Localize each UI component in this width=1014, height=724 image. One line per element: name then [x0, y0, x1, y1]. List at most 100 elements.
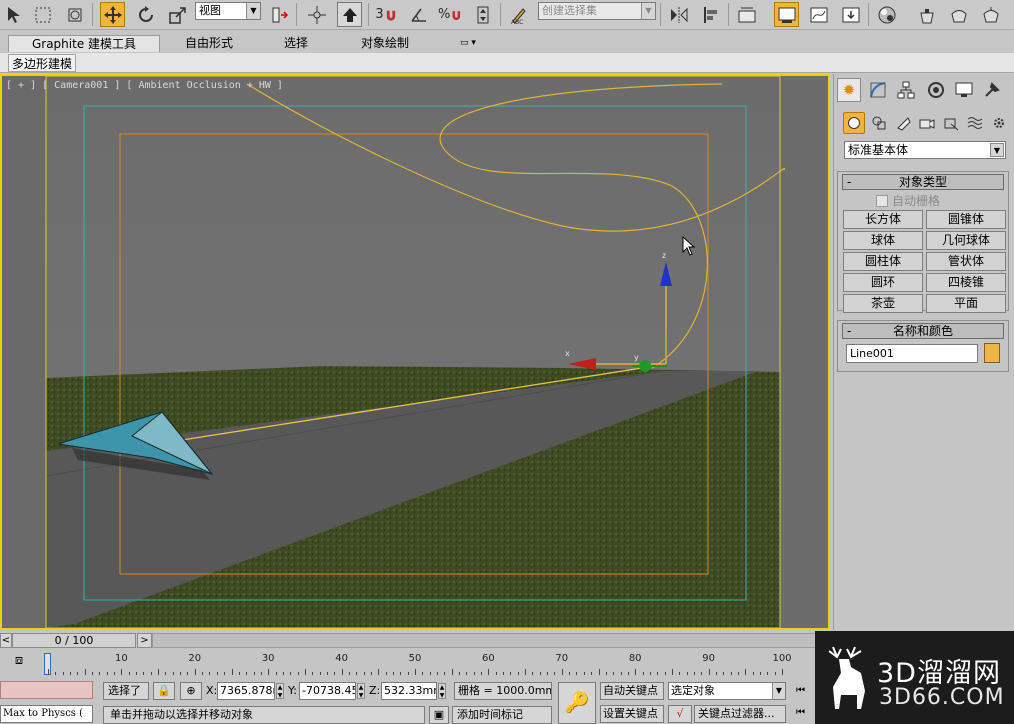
plane-button[interactable]: 平面	[926, 294, 1006, 313]
schematic-view-icon[interactable]	[838, 2, 863, 27]
mini-curve-editor-icon[interactable]: ⧈	[8, 653, 30, 671]
primitive-type-dropdown[interactable]: 标准基本体 ▼	[844, 141, 1006, 159]
rendered-frame-window-icon[interactable]	[946, 2, 971, 27]
polygon-modeling-tab[interactable]: 多边形建模	[8, 54, 77, 72]
z-coordinate-input[interactable]: 532.33mm	[381, 682, 437, 700]
set-key-icon[interactable]: 🔑	[558, 682, 596, 724]
frame-tick	[693, 672, 695, 675]
edit-named-selection-icon[interactable]: ABC	[506, 2, 531, 27]
time-slider-thumb[interactable]: 0 / 100	[12, 633, 136, 648]
cone-button[interactable]: 圆锥体	[926, 210, 1006, 229]
systems-category-icon[interactable]	[988, 112, 1010, 134]
frame-tick	[128, 672, 130, 675]
name-and-color-rollout-header[interactable]: - 名称和颜色	[842, 323, 1004, 339]
frame-tick	[356, 672, 358, 675]
space-warps-category-icon[interactable]	[964, 112, 986, 134]
cameras-category-icon[interactable]	[916, 112, 938, 134]
geometry-category-icon[interactable]	[843, 112, 865, 134]
curve-editor-icon[interactable]	[806, 2, 831, 27]
angle-snap-icon[interactable]	[406, 2, 431, 27]
object-color-swatch[interactable]	[984, 343, 1000, 363]
torus-button[interactable]: 圆环	[843, 273, 923, 292]
ribbon-tab-graphite[interactable]: Graphite 建模工具	[8, 35, 160, 52]
pyramid-button[interactable]: 四棱锥	[926, 273, 1006, 292]
pivot-point-icon[interactable]	[266, 2, 291, 27]
window-crossing-icon[interactable]	[62, 2, 87, 27]
auto-key-button[interactable]: 自动关键点	[600, 682, 664, 700]
object-name-input[interactable]: Line001	[846, 344, 978, 363]
material-editor-icon[interactable]	[874, 2, 899, 27]
mirror-icon[interactable]	[666, 2, 691, 27]
go-to-start-icon[interactable]: ⏮	[796, 682, 805, 700]
keyboard-shortcut-override-icon[interactable]	[337, 2, 362, 27]
manipulate-icon[interactable]	[304, 2, 329, 27]
snaps-toggle-icon[interactable]: 3	[374, 2, 399, 27]
cylinder-button[interactable]: 圆柱体	[843, 252, 923, 271]
object-type-rollout-header[interactable]: - 对象类型	[842, 174, 1004, 190]
region-select-icon[interactable]	[30, 2, 55, 27]
maxscript-listener-top[interactable]	[0, 681, 93, 699]
frame-tick	[172, 672, 174, 675]
time-slider-next-button[interactable]: >	[137, 633, 152, 648]
shapes-category-icon[interactable]	[868, 112, 890, 134]
render-production-icon[interactable]	[978, 2, 1003, 27]
viewport-label[interactable]: [ + ] [ Camera001 ] [ Ambient Occlusion …	[6, 80, 283, 91]
key-filters-button[interactable]: 关键点过滤器...	[694, 705, 786, 723]
display-panel-tab-icon[interactable]	[952, 78, 976, 102]
x-coordinate-input[interactable]: 7365.878m	[217, 682, 275, 700]
motion-panel-tab-icon[interactable]	[924, 78, 948, 102]
ribbon-tab-selection[interactable]: 选择	[264, 35, 328, 52]
ribbon-options-icon[interactable]: ▭ ▾	[452, 35, 484, 52]
lights-category-icon[interactable]	[892, 112, 914, 134]
modify-panel-tab-icon[interactable]	[866, 78, 890, 102]
prev-key-icon[interactable]: ⏮	[796, 704, 805, 722]
frame-ruler[interactable]: 10 20 30 40 50 60 70 80 90 100	[44, 651, 792, 675]
frame-tick	[664, 672, 666, 675]
key-tangent-icon[interactable]: √	[668, 705, 692, 723]
absolute-offset-toggle-icon[interactable]: ⊕	[180, 682, 202, 700]
reference-coordinate-dropdown[interactable]: 视图 ▼	[195, 2, 261, 20]
select-and-rotate-icon[interactable]	[133, 2, 158, 27]
set-key-button[interactable]: 设置关键点	[600, 705, 664, 723]
frame-tick	[561, 669, 563, 675]
percent-snap-icon[interactable]: %	[438, 2, 463, 27]
x-spinner[interactable]: ▲ ▼	[276, 683, 284, 699]
add-time-tag[interactable]: 添加时间标记	[452, 706, 552, 724]
named-selection-set-dropdown[interactable]: 创建选择集 ▼	[538, 2, 656, 20]
status-bar: Max to Physcs ( 选择了 🔒 ⊕ X: 7365.878m ▲▼ …	[0, 677, 815, 724]
name-and-color-rollout: - 名称和颜色 Line001	[837, 320, 1009, 372]
teapot-button[interactable]: 茶壶	[843, 294, 923, 313]
scene-explorer-icon[interactable]	[734, 2, 759, 27]
y-spinner[interactable]: ▲ ▼	[357, 683, 365, 699]
graphite-modeling-toggle-icon[interactable]	[774, 2, 799, 27]
geosphere-button[interactable]: 几何球体	[926, 231, 1006, 250]
svg-text:x: x	[565, 349, 570, 358]
spinner-snap-icon[interactable]	[470, 2, 495, 27]
select-and-move-icon[interactable]	[100, 2, 125, 27]
ribbon-tab-freeform[interactable]: 自由形式	[170, 35, 248, 52]
render-setup-icon[interactable]	[914, 2, 939, 27]
utilities-panel-tab-icon[interactable]	[980, 78, 1004, 102]
camera-viewport[interactable]: z x y [ + ] [ Camera001 ] [ Ambient Occl…	[0, 74, 830, 630]
ribbon-tab-object-paint[interactable]: 对象绘制	[345, 35, 425, 52]
helpers-category-icon[interactable]	[940, 112, 962, 134]
hierarchy-panel-tab-icon[interactable]	[894, 78, 918, 102]
sphere-button[interactable]: 球体	[843, 231, 923, 250]
frame-tick	[444, 672, 446, 675]
selection-lock-icon[interactable]: 🔒	[153, 682, 175, 700]
time-tag-icon[interactable]: ▣	[429, 706, 449, 724]
select-and-scale-icon[interactable]	[165, 2, 190, 27]
z-spinner[interactable]: ▲ ▼	[438, 683, 446, 699]
frame-tick	[363, 672, 365, 675]
maxscript-listener-input[interactable]: Max to Physcs (	[0, 705, 93, 723]
create-panel-tab-icon[interactable]: ✹	[837, 78, 861, 102]
align-icon[interactable]	[698, 2, 723, 27]
box-button[interactable]: 长方体	[843, 210, 923, 229]
tube-button[interactable]: 管状体	[926, 252, 1006, 271]
y-coordinate-input[interactable]: -70738.45	[299, 682, 356, 700]
time-slider-track[interactable]	[152, 633, 828, 648]
select-object-icon[interactable]	[2, 2, 27, 27]
selected-dropdown[interactable]: 选定对象 ▼	[668, 682, 786, 700]
time-slider-prev-button[interactable]: <	[0, 633, 12, 648]
auto-grid-checkbox[interactable]: 自动栅格	[838, 192, 1008, 210]
